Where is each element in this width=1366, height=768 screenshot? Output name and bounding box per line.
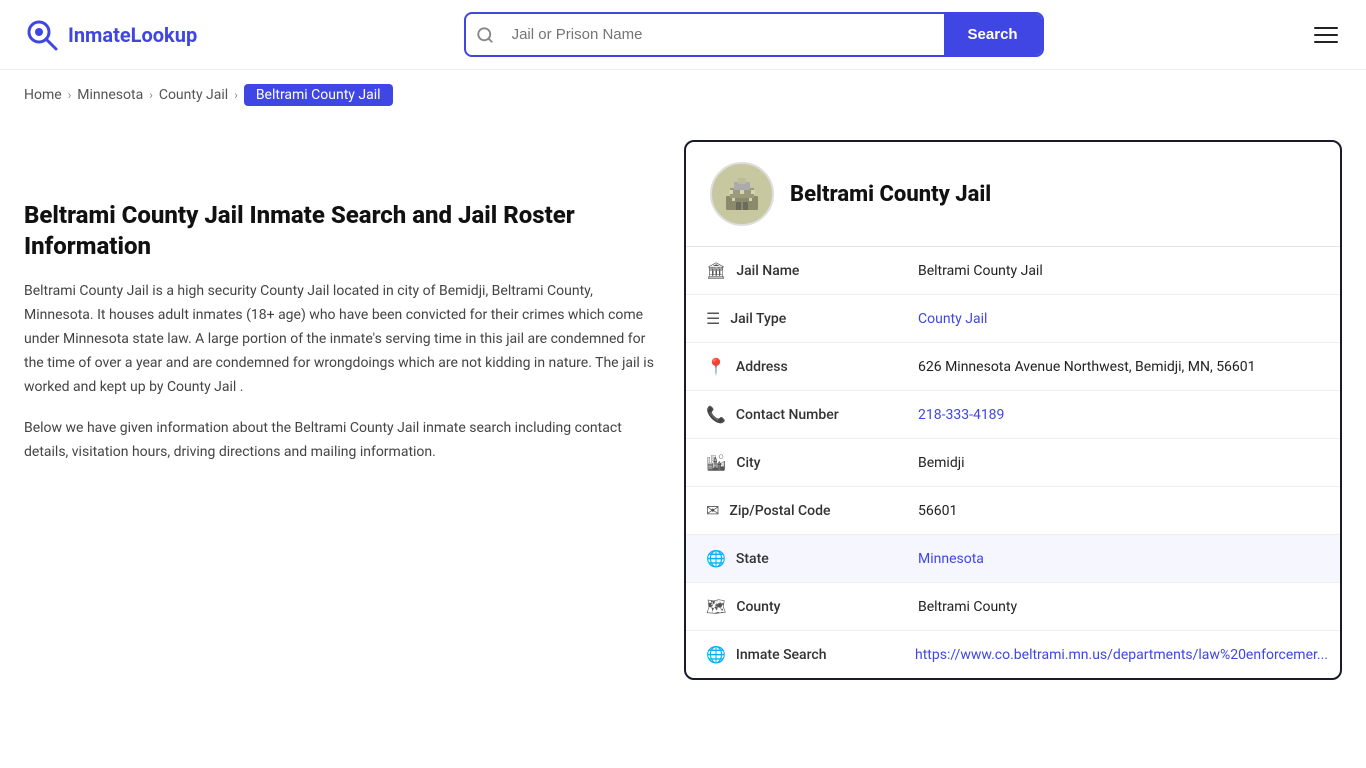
right-column: Beltrami County Jail 🏛 Jail Name Beltrami … (684, 140, 1342, 680)
info-label: Inmate Search (736, 647, 827, 663)
info-label: City (736, 455, 760, 471)
page-title: Beltrami County Jail Inmate Search and J… (24, 200, 654, 262)
info-value-cell: Beltrami County Jail (906, 249, 1340, 293)
info-value-cell: Bemidji (906, 441, 1340, 485)
row-icon: ✉ (706, 501, 719, 520)
info-label-cell: 🌐 State (686, 535, 906, 582)
info-label: Jail Name (736, 263, 799, 279)
info-value-cell: 56601 (906, 489, 1340, 533)
row-icon: 🌐 (706, 549, 726, 568)
logo-link[interactable]: InmateLookup (24, 17, 197, 53)
info-label: State (736, 551, 769, 567)
info-label-cell: ☰ Jail Type (686, 295, 906, 342)
info-value-link[interactable]: County Jail (918, 311, 987, 327)
info-label: Zip/Postal Code (729, 503, 830, 519)
card-jail-name: Beltrami County Jail (790, 182, 991, 207)
info-label-cell: 🗺 County (686, 583, 906, 630)
breadcrumb-home[interactable]: Home (24, 87, 62, 103)
main-content: Beltrami County Jail Inmate Search and J… (0, 120, 1366, 720)
row-icon: 📍 (706, 357, 726, 376)
info-row: 📞 Contact Number 218-333-4189 (686, 391, 1340, 439)
info-label: Jail Type (730, 311, 786, 327)
site-header: InmateLookup Search (0, 0, 1366, 70)
search-button[interactable]: Search (944, 14, 1042, 55)
info-rows: 🏛 Jail Name Beltrami County Jail ☰ Jail Type… (686, 247, 1340, 678)
info-value-link[interactable]: 218-333-4189 (918, 407, 1004, 423)
card-header: Beltrami County Jail (686, 142, 1340, 247)
info-value-cell: 626 Minnesota Avenue Northwest, Bemidji,… (906, 345, 1340, 389)
info-value-cell[interactable]: 218-333-4189 (906, 393, 1340, 437)
info-label-cell: 🏙 City (686, 439, 906, 486)
search-icon (466, 26, 504, 44)
info-row: 🌐 Inmate Search https://www.co.beltrami.mn… (686, 631, 1340, 678)
info-value-cell[interactable]: https://www.co.beltrami.mn.us/department… (903, 633, 1340, 677)
chevron-icon: › (234, 88, 238, 102)
row-icon: 🏛 (706, 261, 726, 280)
page-description-2: Below we have given information about th… (24, 417, 654, 465)
info-label: County (736, 599, 780, 615)
info-label-cell: 📞 Contact Number (686, 391, 906, 438)
row-icon: 🗺 (706, 597, 726, 616)
info-value-cell[interactable]: Minnesota (906, 537, 1340, 581)
row-icon: 🌐 (706, 645, 726, 664)
hamburger-menu[interactable] (1310, 23, 1342, 47)
info-label-cell: 📍 Address (686, 343, 906, 390)
breadcrumb-current: Beltrami County Jail (244, 84, 393, 106)
info-value-link[interactable]: Minnesota (918, 551, 984, 567)
jail-info-card: Beltrami County Jail 🏛 Jail Name Beltrami … (684, 140, 1342, 680)
info-label-cell: 🌐 Inmate Search (686, 631, 903, 678)
info-row: 🌐 State Minnesota (686, 535, 1340, 583)
info-row: ✉ Zip/Postal Code 56601 (686, 487, 1340, 535)
info-label: Address (736, 359, 788, 375)
info-label-cell: 🏛 Jail Name (686, 247, 906, 294)
search-bar: Search (464, 12, 1044, 57)
breadcrumb-state[interactable]: Minnesota (77, 87, 143, 103)
info-row: ☰ Jail Type County Jail (686, 295, 1340, 343)
row-icon: ☰ (706, 309, 720, 328)
logo-icon (24, 17, 60, 53)
search-input[interactable] (504, 16, 944, 53)
breadcrumb-county-jail[interactable]: County Jail (159, 87, 228, 103)
info-value-cell: Beltrami County (906, 585, 1340, 629)
page-description-1: Beltrami County Jail is a high security … (24, 280, 654, 399)
info-value-cell[interactable]: County Jail (906, 297, 1340, 341)
info-label: Contact Number (736, 407, 839, 423)
info-row: 🏛 Jail Name Beltrami County Jail (686, 247, 1340, 295)
info-row: 📍 Address 626 Minnesota Avenue Northwest, … (686, 343, 1340, 391)
info-value-link[interactable]: https://www.co.beltrami.mn.us/department… (915, 647, 1328, 663)
info-row: 🏙 City Bemidji (686, 439, 1340, 487)
chevron-icon: › (68, 88, 72, 102)
row-icon: 📞 (706, 405, 726, 424)
row-icon: 🏙 (706, 453, 726, 472)
info-label-cell: ✉ Zip/Postal Code (686, 487, 906, 534)
logo-text: InmateLookup (68, 23, 197, 47)
breadcrumb: Home › Minnesota › County Jail › Beltram… (0, 70, 1366, 120)
info-row: 🗺 County Beltrami County (686, 583, 1340, 631)
left-column: Beltrami County Jail Inmate Search and J… (24, 140, 684, 680)
jail-avatar (710, 162, 774, 226)
chevron-icon: › (149, 88, 153, 102)
